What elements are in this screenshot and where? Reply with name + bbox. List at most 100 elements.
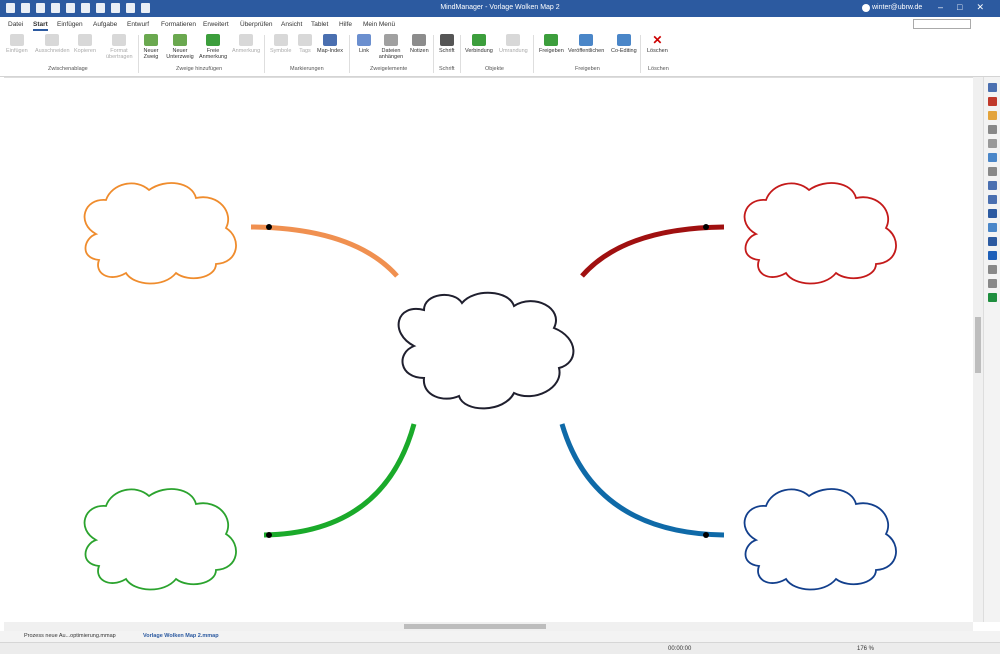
tags-button[interactable]: Tags	[298, 34, 312, 54]
tab-formatieren[interactable]: Formatieren	[161, 21, 196, 28]
subtopic-cloud-bottom-right[interactable]	[743, 488, 897, 591]
user-account[interactable]: winter@ubrw.de	[872, 4, 922, 11]
branch-handle-bottom-left[interactable]	[266, 532, 272, 538]
group-branch-elements: Zweigelemente	[370, 66, 408, 72]
subtopic-cloud-top-left[interactable]	[83, 182, 237, 285]
map-parts-icon[interactable]	[988, 83, 997, 92]
notes-icon	[412, 34, 427, 46]
new-branch-icon	[144, 34, 158, 46]
annotation-icon	[239, 34, 254, 46]
library-icon[interactable]	[988, 181, 997, 190]
link-icon	[357, 34, 371, 46]
horizontal-scroll-thumb[interactable]	[404, 624, 546, 629]
ribbon: Einfügen Ausschneiden Kopieren Format üb…	[0, 32, 1000, 77]
brush-icon	[112, 34, 126, 46]
teams-icon[interactable]	[988, 237, 997, 246]
free-note-button[interactable]: Freie Anmerkung	[199, 34, 227, 60]
horizontal-scrollbar[interactable]	[4, 622, 973, 631]
lightbulb-icon[interactable]	[988, 279, 997, 288]
subtopic-cloud-bottom-left[interactable]	[83, 488, 237, 591]
task-info-icon[interactable]	[988, 125, 997, 134]
tab-datei[interactable]: Datei	[8, 21, 23, 28]
settings-icon[interactable]	[988, 265, 997, 274]
central-topic-cloud[interactable]	[397, 291, 575, 410]
link-button[interactable]: Link	[357, 34, 371, 54]
resources-icon[interactable]	[988, 97, 997, 106]
scissors-icon	[45, 34, 60, 46]
notes-pane-icon[interactable]	[988, 153, 997, 162]
calendar-icon[interactable]	[988, 111, 997, 120]
new-subbranch-button[interactable]: Neuer Unterzweig	[166, 34, 194, 60]
publish-button[interactable]: Veröffentlichen	[568, 34, 604, 54]
branch-line-top-right[interactable]	[580, 224, 725, 278]
notes-button[interactable]: Notizen	[410, 34, 429, 54]
zoom-level[interactable]: 176 %	[857, 646, 874, 652]
tab-tablet[interactable]: Tablet	[311, 21, 328, 28]
tab-einfuegen[interactable]: Einfügen	[57, 21, 83, 28]
user-icon	[862, 4, 870, 12]
branch-handle-top-left[interactable]	[266, 224, 272, 230]
subtopic-cloud-top-right[interactable]	[743, 182, 897, 285]
title-bar: MindManager - Vorlage Wolken Map 2 winte…	[0, 0, 1000, 17]
attach-files-button[interactable]: Dateien anhängen	[377, 34, 405, 60]
branch-line-top-left[interactable]	[250, 224, 399, 278]
minimize-button[interactable]: –	[938, 2, 943, 13]
browser-icon[interactable]	[988, 195, 997, 204]
new-subbranch-icon	[173, 34, 187, 46]
co-editing-button[interactable]: Co-Editing	[611, 34, 637, 54]
tab-mein-menue[interactable]: Mein Menü	[363, 21, 395, 28]
close-button[interactable]: ✕	[976, 2, 984, 13]
search-icon[interactable]	[988, 167, 997, 176]
format-icon[interactable]	[988, 209, 997, 218]
boundary-icon	[506, 34, 521, 46]
search-input[interactable]	[913, 19, 971, 29]
map-canvas[interactable]	[4, 77, 973, 622]
branch-line-bottom-left[interactable]	[263, 423, 417, 538]
ribbon-tabs: Datei Start Einfügen Aufgabe Entwurf For…	[0, 17, 1000, 32]
branch-handle-bottom-right[interactable]	[703, 532, 709, 538]
tab-start[interactable]: Start	[33, 21, 48, 31]
doc-tab-vorlage-wolken[interactable]: Vorlage Wolken Map 2.mmap	[143, 633, 219, 639]
tag-icon	[298, 34, 312, 46]
window-title: MindManager - Vorlage Wolken Map 2	[440, 4, 560, 11]
paste-button[interactable]: Einfügen	[6, 34, 28, 54]
vertical-scrollbar[interactable]	[973, 77, 983, 622]
tab-ueberpruefen[interactable]: Überprüfen	[240, 21, 273, 28]
word-icon[interactable]	[988, 251, 997, 260]
free-note-icon	[206, 34, 220, 46]
boundary-button[interactable]: Umrandung	[499, 34, 528, 54]
tab-ansicht[interactable]: Ansicht	[281, 21, 302, 28]
map-index-icon	[323, 34, 337, 46]
annotation-button[interactable]: Anmerkung	[232, 34, 260, 54]
symbols-button[interactable]: Symbole	[270, 34, 291, 54]
branch-handle-top-right[interactable]	[703, 224, 709, 230]
cut-button[interactable]: Ausschneiden	[35, 34, 70, 54]
excel-icon[interactable]	[988, 293, 997, 302]
tab-erweitert[interactable]: Erweitert	[203, 21, 229, 28]
sync-icon[interactable]	[988, 223, 997, 232]
delete-x-icon: ✕	[652, 33, 663, 47]
branch-line-bottom-right[interactable]	[559, 423, 725, 538]
map-index-button[interactable]: Map-Index	[317, 34, 343, 54]
paste-icon	[9, 34, 24, 46]
markers-icon[interactable]	[988, 139, 997, 148]
doc-tab-prozess[interactable]: Prozess neue Au...optimierung.mmap	[24, 633, 116, 639]
tab-entwurf[interactable]: Entwurf	[127, 21, 149, 28]
delete-button[interactable]: ✕ Löschen	[647, 34, 668, 54]
timer-display[interactable]: 00:00:00	[668, 646, 691, 652]
tab-aufgabe[interactable]: Aufgabe	[93, 21, 117, 28]
new-branch-button[interactable]: Neuer Zweig	[143, 34, 159, 60]
connection-button[interactable]: Verbindung	[465, 34, 493, 54]
font-icon	[439, 34, 454, 46]
share-button[interactable]: Freigeben	[539, 34, 564, 54]
font-button[interactable]: Schrift	[439, 34, 455, 54]
document-tabs: Prozess neue Au...optimierung.mmap Vorla…	[0, 631, 1000, 642]
format-transfer-button[interactable]: Format übertragen	[106, 34, 133, 60]
tab-hilfe[interactable]: Hilfe	[339, 21, 352, 28]
maximize-button[interactable]: □	[957, 2, 962, 13]
copy-button[interactable]: Kopieren	[74, 34, 96, 54]
group-markers: Markierungen	[290, 66, 324, 72]
task-pane-bar	[983, 77, 1000, 622]
vertical-scroll-thumb[interactable]	[975, 317, 981, 373]
attachment-icon	[384, 34, 398, 46]
